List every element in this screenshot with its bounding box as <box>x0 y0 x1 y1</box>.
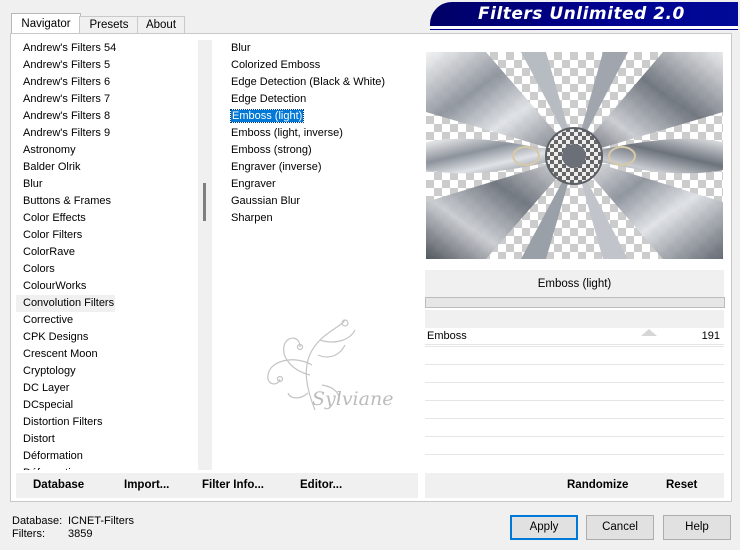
preview-image <box>426 52 723 259</box>
left-button-bar: Database Import... Filter Info... Editor… <box>16 473 418 498</box>
category-item[interactable]: Cryptology <box>16 363 196 380</box>
param-slot-empty <box>425 454 724 472</box>
filter-item-label: Engraver <box>231 178 276 190</box>
category-item[interactable]: CPK Designs <box>16 329 196 346</box>
filter-info-button[interactable]: Filter Info... <box>202 479 264 491</box>
help-button[interactable]: Help <box>663 515 731 540</box>
filter-item-label: Blur <box>231 42 251 54</box>
filter-item[interactable]: Edge Detection (Black & White) <box>224 74 414 91</box>
app-banner: Filters Unlimited 2.0 <box>430 2 738 26</box>
filter-item-label: Edge Detection <box>231 93 307 105</box>
banner-stripe <box>430 26 738 30</box>
watermark-flourish-icon: Sylviane <box>267 319 393 411</box>
category-item[interactable]: Andrew's Filters 54 <box>16 40 196 57</box>
category-item[interactable]: Color Filters <box>16 227 196 244</box>
filter-item-label: Sharpen <box>231 212 273 224</box>
param-slider-emboss[interactable]: Emboss 191 <box>425 328 724 345</box>
import-button[interactable]: Import... <box>124 479 169 491</box>
category-item[interactable]: Colors <box>16 261 196 278</box>
database-info: Database: ICNET-Filters Filters: 3859 <box>12 515 134 541</box>
preview-render-icon <box>426 52 723 259</box>
param-slot-empty <box>425 382 724 400</box>
param-value: 191 <box>701 330 720 342</box>
tab-presets[interactable]: Presets <box>79 16 139 34</box>
category-item[interactable]: Andrew's Filters 8 <box>16 108 196 125</box>
category-item[interactable]: Andrew's Filters 6 <box>16 74 196 91</box>
apply-button[interactable]: Apply <box>510 515 578 540</box>
effect-name-label: Emboss (light) <box>425 270 724 298</box>
filter-item[interactable]: Emboss (light, inverse) <box>224 125 414 142</box>
param-slot-empty <box>425 364 724 382</box>
category-item[interactable]: Distortion Filters <box>16 414 196 431</box>
param-slot-empty <box>425 418 724 436</box>
filter-item-label: Gaussian Blur <box>231 195 301 207</box>
category-list[interactable]: Andrew's Filters 54 Andrew's Filters 5 And… <box>16 40 196 470</box>
database-value: ICNET-Filters <box>68 515 134 527</box>
category-scrollbar-thumb[interactable] <box>203 183 206 221</box>
category-item[interactable]: ColourWorks <box>16 278 196 295</box>
param-label: Emboss <box>427 330 467 342</box>
filter-item-label: Edge Detection (Black & White) <box>231 76 386 88</box>
randomize-button[interactable]: Randomize <box>567 479 628 491</box>
watermark-logo: Sylviane <box>260 315 410 430</box>
param-slot-empty <box>425 346 724 364</box>
database-label: Database: <box>12 515 63 527</box>
slider-thumb-icon[interactable] <box>641 329 657 336</box>
category-item[interactable]: Andrew's Filters 9 <box>16 125 196 142</box>
category-scrollbar[interactable] <box>198 40 212 470</box>
reset-button[interactable]: Reset <box>666 479 697 491</box>
filters-count-label: Filters: <box>12 528 45 540</box>
filter-item[interactable]: Engraver (inverse) <box>224 159 414 176</box>
category-item[interactable]: Andrew's Filters 5 <box>16 57 196 74</box>
filters-count-value: 3859 <box>68 528 93 540</box>
right-button-bar: Randomize Reset <box>425 473 724 498</box>
filter-item[interactable]: Gaussian Blur <box>224 193 414 210</box>
banner-title: Filters Unlimited 2.0 <box>478 4 685 24</box>
category-item[interactable]: Corrective <box>16 312 196 329</box>
category-item[interactable]: Andrew's Filters 7 <box>16 91 196 108</box>
category-item[interactable]: Déformation <box>16 448 196 465</box>
database-button[interactable]: Database <box>33 479 84 491</box>
filter-item[interactable]: Blur <box>224 40 414 57</box>
category-item[interactable]: Balder Olrik <box>16 159 196 176</box>
category-item[interactable]: Color Effects <box>16 210 196 227</box>
filter-item-label: Emboss (light, inverse) <box>231 127 343 139</box>
category-item[interactable]: Buttons & Frames <box>16 193 196 210</box>
filter-item[interactable]: Engraver <box>224 176 414 193</box>
effect-progress-bar <box>425 297 725 308</box>
tab-navigator[interactable]: Navigator <box>11 13 81 34</box>
filter-item-label: Emboss (strong) <box>231 144 312 156</box>
filter-item[interactable]: Emboss (light) <box>224 108 414 125</box>
category-item[interactable]: ColorRave <box>16 244 196 261</box>
category-item[interactable]: Distort <box>16 431 196 448</box>
filter-item-label: Colorized Emboss <box>231 59 321 71</box>
editor-button[interactable]: Editor... <box>300 479 342 491</box>
category-item[interactable]: DCspecial <box>16 397 196 414</box>
filter-item-label: Engraver (inverse) <box>231 161 322 173</box>
cancel-button[interactable]: Cancel <box>586 515 654 540</box>
filter-item-label: Emboss (light) <box>229 109 305 123</box>
category-item[interactable]: Blur <box>16 176 196 193</box>
watermark-text: Sylviane <box>312 388 393 410</box>
category-item[interactable]: DC Layer <box>16 380 196 397</box>
category-item[interactable]: Déformation <box>16 465 196 470</box>
param-slot-empty <box>425 436 724 454</box>
category-item[interactable]: Astronomy <box>16 142 196 159</box>
filter-item[interactable]: Sharpen <box>224 210 414 227</box>
filter-item[interactable]: Colorized Emboss <box>224 57 414 74</box>
param-slot-empty <box>425 400 724 418</box>
parameter-header <box>425 310 724 328</box>
tab-about[interactable]: About <box>137 16 185 34</box>
filter-item[interactable]: Emboss (strong) <box>224 142 414 159</box>
filter-item[interactable]: Edge Detection <box>224 91 414 108</box>
category-item[interactable]: Crescent Moon <box>16 346 196 363</box>
category-item[interactable]: Convolution Filters <box>16 295 115 312</box>
